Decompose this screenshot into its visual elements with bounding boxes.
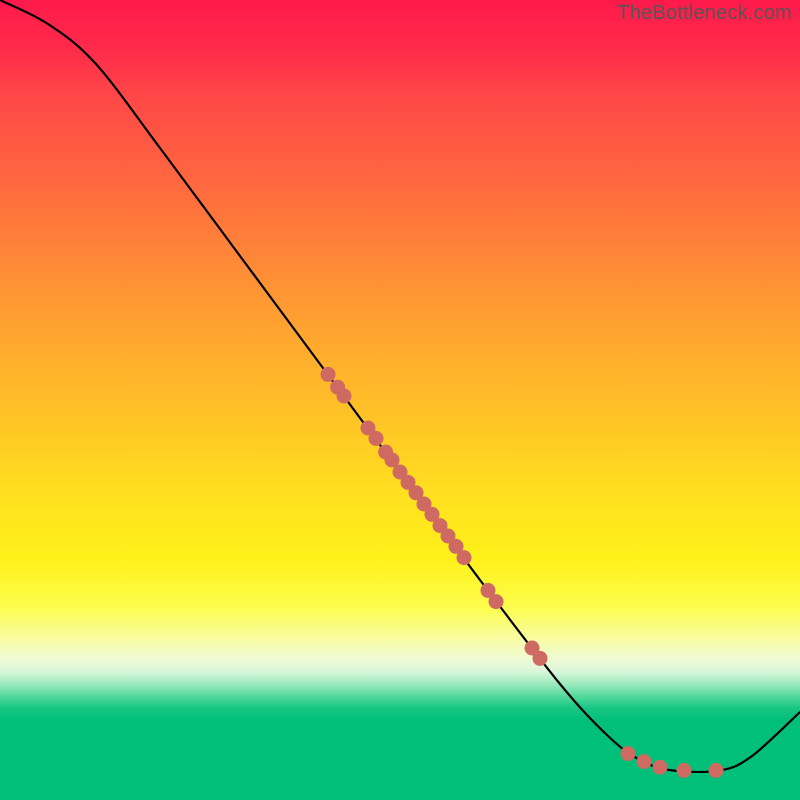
data-markers: [321, 367, 724, 778]
data-marker: [321, 367, 336, 382]
data-marker: [637, 754, 652, 769]
data-marker: [621, 746, 636, 761]
data-marker: [457, 550, 472, 565]
data-marker: [369, 431, 384, 446]
chart-svg: [0, 0, 800, 800]
data-marker: [653, 760, 668, 775]
data-marker: [337, 389, 352, 404]
data-marker: [709, 763, 724, 778]
data-marker: [489, 594, 504, 609]
data-marker: [677, 763, 692, 778]
data-marker: [533, 651, 548, 666]
bottleneck-curve: [0, 0, 800, 772]
